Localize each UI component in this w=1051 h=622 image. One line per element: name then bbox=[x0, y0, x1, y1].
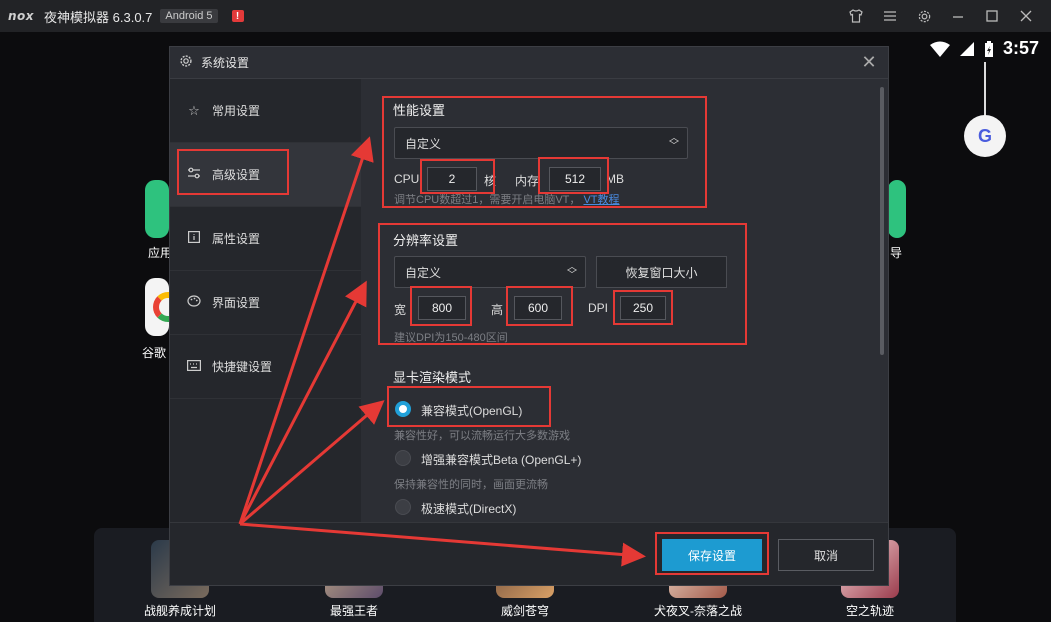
system-settings-dialog: 系统设置 ✕ ☆ 常用设置 高级设置 属性设置 界面设置 快捷键设置 性能设置 … bbox=[169, 46, 889, 586]
opengl-plus-label[interactable]: 增强兼容模式Beta (OpenGL+) bbox=[421, 451, 581, 468]
app-icon-partial[interactable] bbox=[145, 180, 169, 238]
chevron-updown-icon: ︿ ﹀ bbox=[567, 262, 577, 281]
signal-icon bbox=[959, 41, 974, 56]
resolution-section-title: 分辨率设置 bbox=[393, 233, 459, 248]
keyboard-icon bbox=[186, 359, 202, 374]
info-icon bbox=[186, 231, 202, 246]
performance-section-title: 性能设置 bbox=[393, 103, 446, 118]
resolution-mode-select[interactable]: 自定义 ︿ ﹀ bbox=[394, 256, 586, 288]
window-controls bbox=[839, 0, 1043, 32]
cpu-label: CPU bbox=[394, 172, 420, 186]
alert-icon[interactable]: ! bbox=[231, 10, 244, 22]
gear-icon[interactable] bbox=[907, 0, 941, 32]
height-input[interactable]: 600 bbox=[514, 296, 562, 320]
radio-opengl[interactable] bbox=[395, 401, 411, 417]
dpi-input[interactable]: 250 bbox=[620, 296, 666, 320]
sidebar-item-properties[interactable]: 属性设置 bbox=[170, 207, 361, 271]
app-title: 夜神模拟器 6.3.0.7 bbox=[44, 9, 153, 25]
battery-icon bbox=[984, 40, 993, 57]
minimize-icon[interactable] bbox=[941, 0, 975, 32]
google-label-partial: 谷歌 bbox=[142, 346, 167, 360]
right-app-icon-partial[interactable] bbox=[888, 180, 906, 238]
dialog-footer: 保存设置 取消 bbox=[170, 522, 888, 585]
game-name: 空之轨迹 bbox=[845, 604, 894, 618]
game-name: 威剑苍穹 bbox=[500, 604, 549, 618]
content-scrollbar[interactable] bbox=[880, 87, 884, 355]
sidebar-item-advanced[interactable]: 高级设置 bbox=[170, 143, 361, 207]
sidebar-item-label: 常用设置 bbox=[212, 104, 261, 118]
sidebar-item-label: 属性设置 bbox=[212, 232, 261, 246]
sidebar-item-interface[interactable]: 界面设置 bbox=[170, 271, 361, 335]
maximize-icon[interactable] bbox=[975, 0, 1009, 32]
cpu-hint-text: 调节CPU数超过1，需要开启电脑VT， bbox=[394, 194, 581, 206]
save-settings-button[interactable]: 保存设置 bbox=[662, 539, 762, 571]
sidebar-item-general[interactable]: ☆ 常用设置 bbox=[170, 79, 361, 143]
android-version-badge: Android 5 bbox=[160, 9, 218, 23]
dialog-header: 系统设置 ✕ bbox=[170, 47, 888, 79]
height-label: 高 bbox=[491, 303, 504, 317]
resolution-mode-value: 自定义 bbox=[405, 265, 442, 280]
cpu-hint: 调节CPU数超过1，需要开启电脑VT， VT教程 bbox=[394, 191, 620, 207]
shirt-icon[interactable] bbox=[839, 0, 873, 32]
opengl-plus-hint: 保持兼容性的同时，画面更流畅 bbox=[394, 479, 548, 491]
memory-unit: MB bbox=[606, 172, 624, 186]
width-input[interactable]: 800 bbox=[418, 296, 466, 320]
assistant-bubble-icon[interactable]: G bbox=[964, 115, 1006, 157]
cpu-input[interactable]: 2 bbox=[427, 167, 477, 191]
close-icon[interactable] bbox=[1009, 0, 1043, 32]
radio-opengl-plus[interactable] bbox=[395, 450, 411, 466]
radio-directx[interactable] bbox=[395, 499, 411, 515]
restore-window-size-button[interactable]: 恢复窗口大小 bbox=[596, 256, 727, 288]
cpu-unit: 核 bbox=[484, 174, 497, 188]
sidebar-item-label: 界面设置 bbox=[212, 296, 261, 310]
directx-label[interactable]: 极速模式(DirectX) bbox=[421, 500, 516, 517]
width-label: 宽 bbox=[394, 303, 407, 317]
game-name: 最强王者 bbox=[329, 604, 378, 618]
close-icon[interactable]: ✕ bbox=[858, 52, 880, 73]
google-icon-partial[interactable] bbox=[145, 278, 169, 336]
vt-tutorial-link[interactable]: VT教程 bbox=[583, 194, 619, 206]
settings-sidebar: ☆ 常用设置 高级设置 属性设置 界面设置 快捷键设置 bbox=[170, 79, 361, 522]
star-icon: ☆ bbox=[188, 102, 200, 118]
nox-logo: nox bbox=[8, 9, 35, 23]
chevron-updown-icon: ︿ ﹀ bbox=[669, 133, 679, 152]
opengl-label[interactable]: 兼容模式(OpenGL) bbox=[421, 402, 522, 419]
wifi-icon bbox=[929, 41, 950, 57]
dialog-title: 系统设置 bbox=[201, 56, 250, 70]
clock-time: 3:57 bbox=[1002, 38, 1039, 58]
dpi-hint: 建议DPI为150-480区间 bbox=[394, 332, 508, 344]
assistant-tether bbox=[984, 62, 986, 116]
game-name: 战舰养成计划 bbox=[143, 604, 216, 618]
dpi-label: DPI bbox=[588, 301, 609, 315]
settings-content: 性能设置 自定义 ︿ ﹀ CPU 2 核 内存 512 MB 调节CPU数超过1，… bbox=[361, 79, 888, 522]
window-titlebar: nox 夜神模拟器 6.3.0.7 Android 5 ! bbox=[0, 0, 1051, 32]
opengl-hint: 兼容性好，可以流畅运行大多数游戏 bbox=[394, 430, 570, 442]
right-app-label-partial: 导 bbox=[890, 246, 903, 260]
performance-mode-value: 自定义 bbox=[405, 136, 442, 151]
game-name: 犬夜叉-奈落之战 bbox=[654, 604, 742, 618]
performance-mode-select[interactable]: 自定义 ︿ ﹀ bbox=[394, 127, 688, 159]
render-section-title: 显卡渲染模式 bbox=[393, 370, 472, 385]
memory-input[interactable]: 512 bbox=[549, 167, 601, 191]
android-status-bar: 3:57 bbox=[929, 38, 1039, 59]
gear-icon bbox=[179, 54, 193, 71]
sidebar-item-label: 快捷键设置 bbox=[212, 360, 273, 374]
sidebar-item-hotkeys[interactable]: 快捷键设置 bbox=[170, 335, 361, 399]
cancel-button[interactable]: 取消 bbox=[778, 539, 874, 571]
palette-icon bbox=[186, 295, 202, 310]
menu-icon[interactable] bbox=[873, 0, 907, 32]
sidebar-item-label: 高级设置 bbox=[212, 168, 261, 182]
memory-label: 内存 bbox=[515, 174, 540, 188]
sliders-icon bbox=[186, 167, 202, 182]
